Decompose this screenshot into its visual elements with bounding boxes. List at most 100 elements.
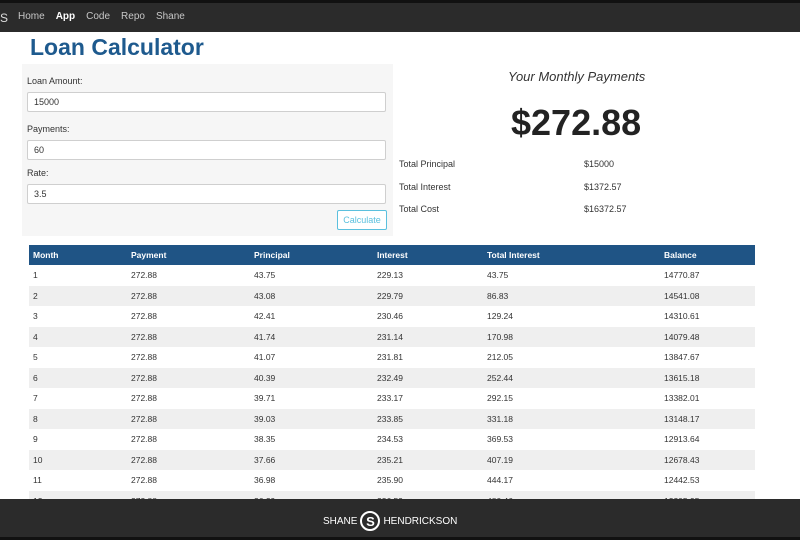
footer: SHANE S HENDRICKSON	[0, 499, 800, 540]
cell-interest: 233.85	[373, 408, 483, 429]
cell-principal: 39.71	[254, 393, 276, 404]
cell-balance: 12913.64	[664, 434, 700, 445]
table-row: 1 272.88 43.75 229.13 43.75 14770.87	[29, 265, 755, 286]
cell-interest: 229.79	[373, 285, 483, 306]
nav-code[interactable]: Code	[86, 11, 110, 23]
cell-interest: 231.81	[377, 352, 403, 363]
cell-payment: 272.88	[127, 367, 250, 388]
cell-month: 6	[29, 367, 127, 388]
monthly-payments-heading: Your Monthly Payments	[508, 69, 646, 84]
cell-principal: 41.07	[254, 352, 276, 363]
nav-shane[interactable]: Shane	[156, 11, 185, 23]
cell-payment: 272.88	[127, 408, 250, 429]
cell-balance: 14310.61	[664, 311, 700, 322]
header-balance: Balance	[660, 245, 755, 265]
nav-home[interactable]: Home	[18, 11, 45, 23]
rate-label: Rate:	[27, 168, 49, 178]
cell-interest: 230.46	[377, 311, 403, 322]
cell-payment: 272.88	[131, 393, 157, 404]
amortization-table: Month Payment Principal Interest Total I…	[29, 245, 755, 532]
brand-logo[interactable]: S	[0, 11, 8, 25]
total-interest-value: $1372.57	[584, 182, 622, 192]
rate-input[interactable]: 3.5	[27, 184, 386, 204]
cell-interest: 234.53	[377, 434, 403, 445]
cell-balance: 13382.01	[664, 393, 700, 404]
cell-balance: 13615.18	[660, 367, 755, 388]
cell-principal: 42.41	[254, 311, 276, 322]
cell-balance: 14541.08	[660, 285, 755, 306]
calculate-button[interactable]: Calculate	[337, 210, 387, 230]
table-row: 2 272.88 43.08 229.79 86.83 14541.08	[29, 285, 755, 306]
payments-input[interactable]: 60	[27, 140, 386, 160]
table-row: 3 272.88 42.41 230.46 129.24 14310.61	[29, 306, 755, 327]
total-principal-label: Total Principal	[399, 159, 456, 169]
nav-links: Home App Code Repo Shane	[18, 11, 185, 23]
total-cost-label: Total Cost	[399, 204, 440, 214]
cell-total-interest: 129.24	[487, 311, 513, 322]
footer-last-name: HENDRICKSON	[383, 515, 458, 527]
cell-balance: 14770.87	[664, 270, 700, 281]
total-cost-value: $16372.57	[584, 204, 627, 214]
cell-month: 10	[29, 449, 127, 470]
monthly-payment-value: $272.88	[511, 102, 642, 143]
cell-interest: 231.14	[373, 326, 483, 347]
cell-balance: 12678.43	[660, 449, 755, 470]
footer-logo[interactable]: SHANE S HENDRICKSON	[323, 511, 457, 531]
cell-month: 3	[33, 311, 38, 322]
nav-repo[interactable]: Repo	[121, 11, 145, 23]
cell-interest: 235.90	[377, 475, 403, 486]
header-total-interest: Total Interest	[483, 245, 660, 265]
cell-payment: 272.88	[131, 475, 157, 486]
top-navbar: S Home App Code Repo Shane	[0, 0, 800, 32]
cell-month: 4	[29, 326, 127, 347]
cell-balance: 14079.48	[660, 326, 755, 347]
cell-payment: 272.88	[131, 352, 157, 363]
table-body: 1 272.88 43.75 229.13 43.75 14770.87 2 272.88 43…	[29, 265, 755, 532]
monogram-icon: S	[360, 511, 381, 531]
cell-principal: 43.75	[254, 270, 276, 281]
cell-principal: 38.35	[254, 434, 276, 445]
cell-payment: 272.88	[131, 434, 157, 445]
cell-principal: 40.39	[250, 367, 373, 388]
payments-label: Payments:	[27, 124, 70, 134]
nav-app[interactable]: App	[56, 11, 75, 23]
cell-balance: 12442.53	[664, 475, 700, 486]
cell-month: 1	[33, 270, 38, 281]
cell-month: 9	[33, 434, 38, 445]
cell-principal: 36.98	[254, 475, 276, 486]
table-row: 9 272.88 38.35 234.53 369.53 12913.64	[29, 429, 755, 450]
table-row: 8 272.88 39.03 233.85 331.18 13148.17	[29, 408, 755, 429]
cell-total-interest: 444.17	[487, 475, 513, 486]
cell-interest: 235.21	[373, 449, 483, 470]
total-principal-value: $15000	[584, 159, 615, 169]
footer-first-name: SHANE	[323, 515, 358, 527]
loan-amount-input[interactable]: 15000	[27, 92, 386, 112]
cell-payment: 272.88	[131, 311, 157, 322]
cell-payment: 272.88	[131, 270, 157, 281]
cell-interest: 233.17	[377, 393, 403, 404]
cell-total-interest: 212.05	[487, 352, 513, 363]
cell-principal: 43.08	[250, 285, 373, 306]
cell-total-interest: 43.75	[487, 270, 509, 281]
header-payment: Payment	[127, 245, 250, 265]
table-header-row: Month Payment Principal Interest Total I…	[29, 245, 755, 265]
table-row: 11 272.88 36.98 235.90 444.17 12442.53	[29, 470, 755, 491]
cell-total-interest: 252.44	[483, 367, 660, 388]
cell-payment: 272.88	[127, 326, 250, 347]
cell-interest: 232.49	[373, 367, 483, 388]
cell-total-interest: 407.19	[483, 449, 660, 470]
table-row: 4 272.88 41.74 231.14 170.98 14079.48	[29, 326, 755, 347]
cell-total-interest: 170.98	[483, 326, 660, 347]
cell-principal: 39.03	[250, 408, 373, 429]
cell-payment: 272.88	[127, 285, 250, 306]
header-month: Month	[29, 245, 127, 265]
header-interest: Interest	[373, 245, 483, 265]
cell-payment: 272.88	[127, 449, 250, 470]
cell-balance: 13148.17	[660, 408, 755, 429]
cell-principal: 37.66	[250, 449, 373, 470]
table-row: 10 272.88 37.66 235.21 407.19 12678.43	[29, 449, 755, 470]
cell-month: 8	[29, 408, 127, 429]
cell-interest: 229.13	[377, 270, 403, 281]
loan-amount-label: Loan Amount:	[27, 76, 83, 86]
table-row: 7 272.88 39.71 233.17 292.15 13382.01	[29, 388, 755, 409]
